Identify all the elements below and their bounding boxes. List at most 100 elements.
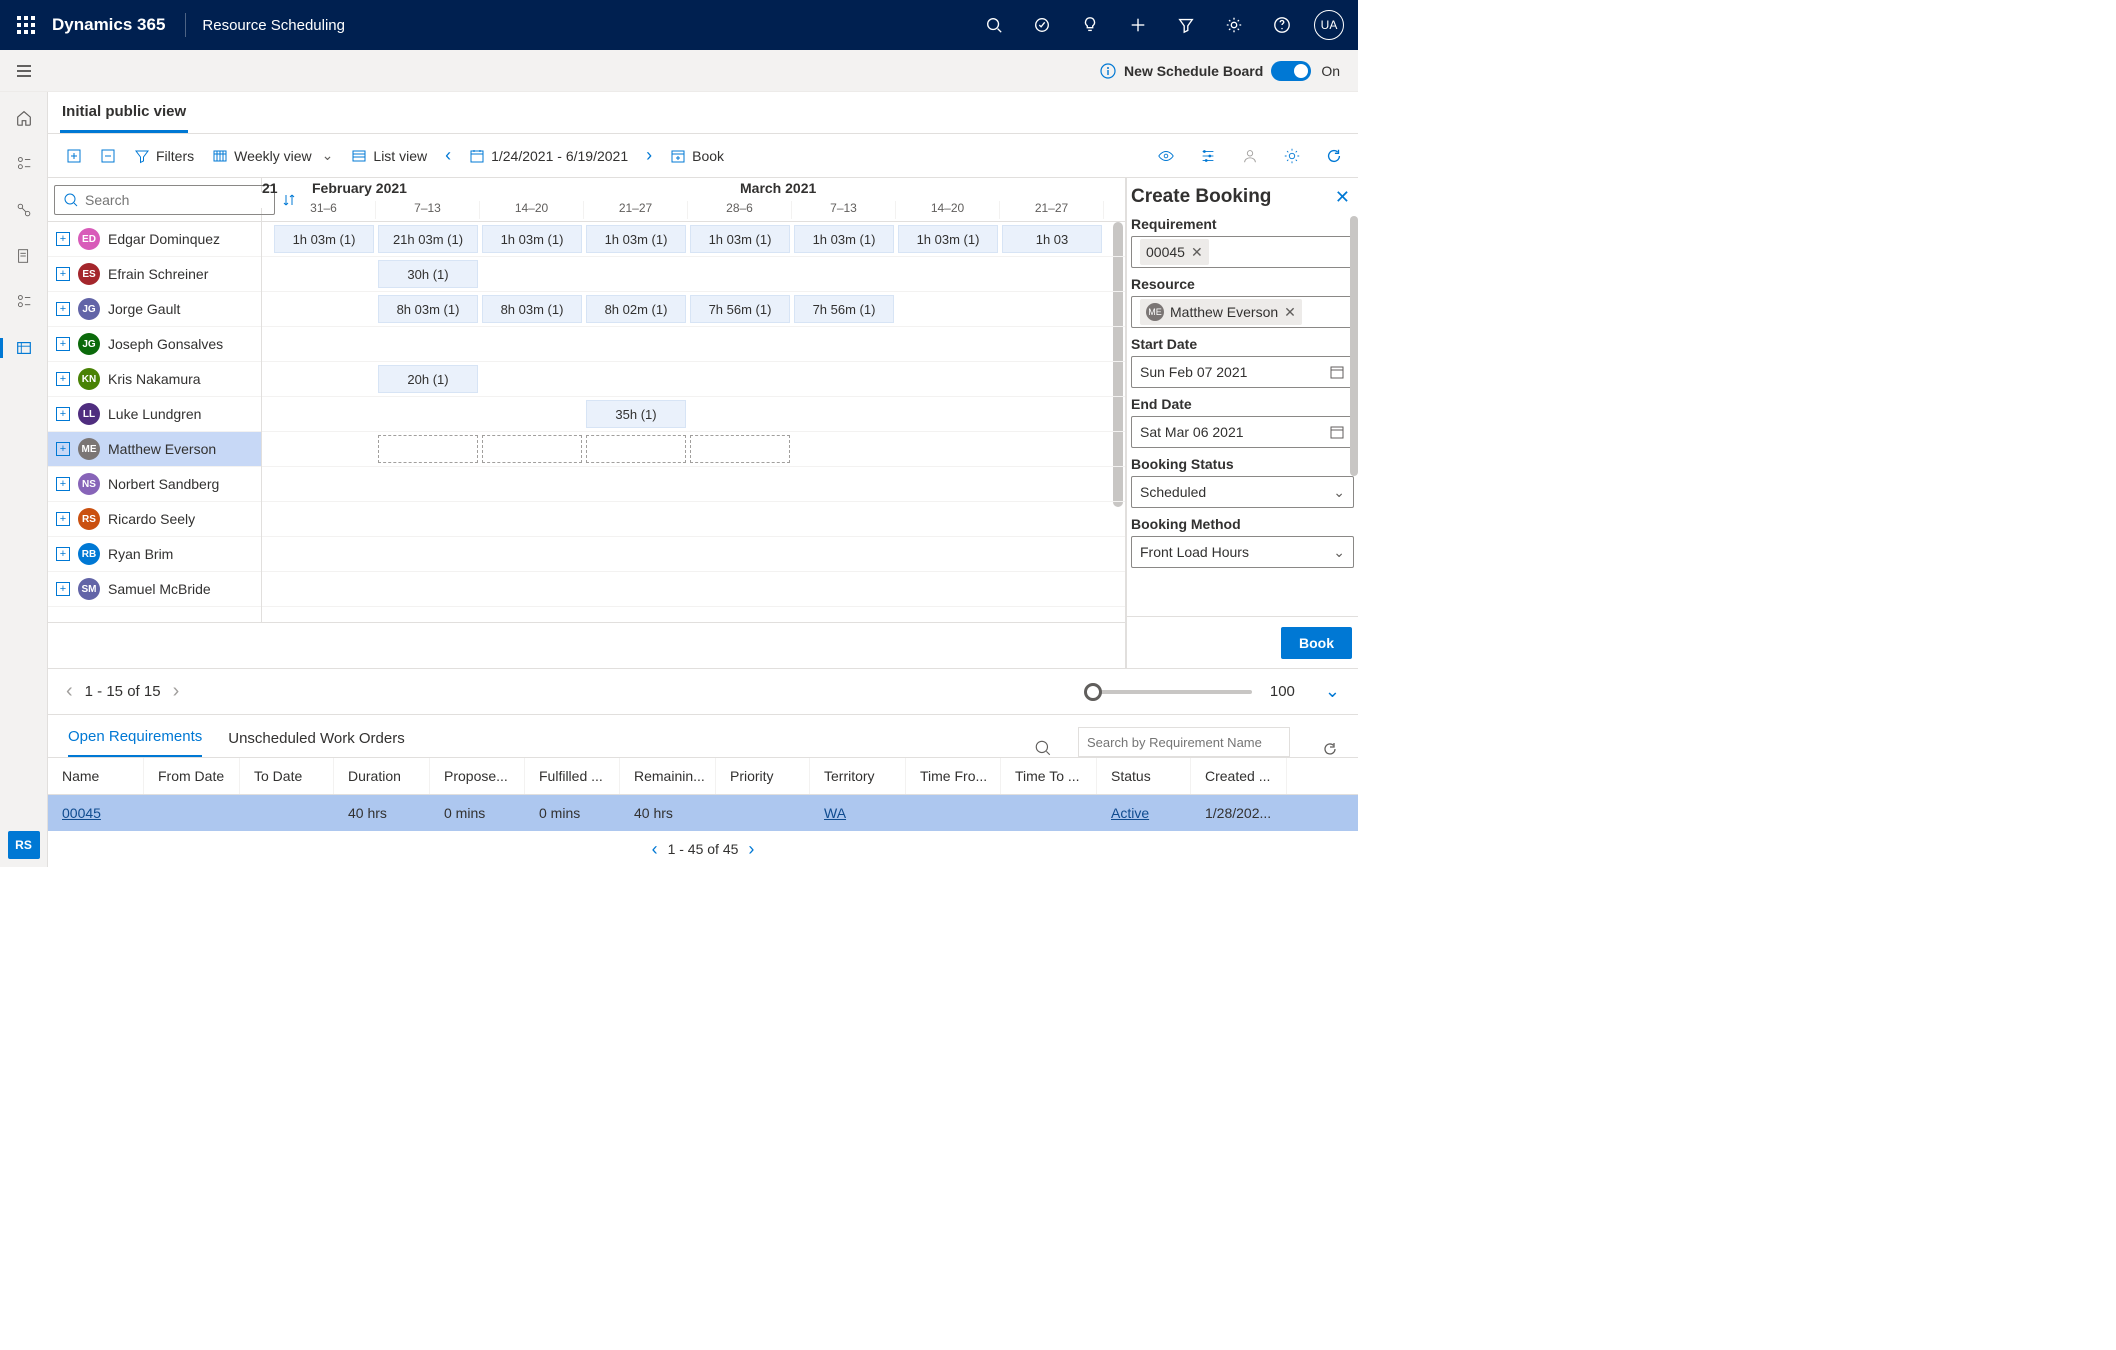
booking-cell[interactable]: 1h 03m (1)	[794, 225, 894, 253]
drop-target[interactable]	[690, 435, 790, 463]
expand-icon[interactable]: +	[56, 337, 70, 351]
book-submit-button[interactable]: Book	[1281, 627, 1352, 659]
resource-row[interactable]: + ME Matthew Everson	[48, 432, 261, 467]
resource-row[interactable]: + SM Samuel McBride	[48, 572, 261, 607]
add-icon[interactable]	[1114, 0, 1162, 50]
table-column-header[interactable]: Priority	[716, 758, 810, 794]
table-column-header[interactable]: Fulfilled ...	[525, 758, 620, 794]
booking-cell[interactable]: 1h 03m (1)	[690, 225, 790, 253]
table-column-header[interactable]: Duration	[334, 758, 430, 794]
app-launcher-icon[interactable]	[6, 0, 46, 50]
nav-schedule-board-icon[interactable]	[0, 330, 48, 366]
expand-all-button[interactable]	[62, 140, 86, 172]
collapse-all-button[interactable]	[96, 140, 120, 172]
table-column-header[interactable]: Remainin...	[620, 758, 716, 794]
drop-target[interactable]	[586, 435, 686, 463]
drop-target[interactable]	[378, 435, 478, 463]
booking-cell[interactable]: 7h 56m (1)	[690, 295, 790, 323]
resource-input[interactable]: MEMatthew Everson✕	[1131, 296, 1354, 328]
booking-method-dropdown[interactable]: Front Load Hours⌄	[1131, 536, 1354, 568]
grid-row[interactable]	[262, 327, 1125, 362]
grid-row[interactable]	[262, 572, 1125, 607]
grid-body[interactable]: 1h 03m (1)21h 03m (1)1h 03m (1)1h 03m (1…	[262, 222, 1125, 652]
nav-badge[interactable]: RS	[8, 831, 40, 859]
nav-people-list2-icon[interactable]	[0, 284, 48, 320]
zoom-slider[interactable]	[1092, 690, 1252, 694]
bottom-pager-next-icon[interactable]: ›	[748, 839, 754, 860]
resource-chip-remove-icon[interactable]: ✕	[1284, 304, 1296, 321]
view-mode-dropdown[interactable]: Weekly view⌄	[208, 140, 337, 172]
refresh-icon[interactable]	[1324, 146, 1344, 166]
end-date-input[interactable]: Sat Mar 06 2021	[1131, 416, 1354, 448]
expand-icon[interactable]: +	[56, 547, 70, 561]
table-column-header[interactable]: Status	[1097, 758, 1191, 794]
grid-row[interactable]: 30h (1)	[262, 257, 1125, 292]
panel-scrollbar[interactable]	[1350, 216, 1358, 476]
resource-row[interactable]: + ED Edgar Dominquez	[48, 222, 261, 257]
next-period-button[interactable]: ›	[642, 140, 656, 172]
tab-unscheduled-work-orders[interactable]: Unscheduled Work Orders	[228, 720, 404, 757]
table-link[interactable]: Active	[1111, 805, 1149, 821]
grid-row[interactable]	[262, 467, 1125, 502]
booking-cell[interactable]: 20h (1)	[378, 365, 478, 393]
bottom-search-field[interactable]	[1087, 735, 1281, 750]
lightbulb-icon[interactable]	[1066, 0, 1114, 50]
person-icon[interactable]	[1240, 146, 1260, 166]
bottom-search-input[interactable]	[1078, 727, 1290, 757]
pager-prev-icon[interactable]: ‹	[66, 680, 73, 703]
eye-icon[interactable]	[1156, 146, 1176, 166]
filters-button[interactable]: Filters	[130, 140, 198, 172]
grid-row[interactable]: 1h 03m (1)21h 03m (1)1h 03m (1)1h 03m (1…	[262, 222, 1125, 257]
help-icon[interactable]	[1258, 0, 1306, 50]
new-schedule-board-toggle[interactable]	[1271, 61, 1311, 81]
close-icon[interactable]: ✕	[1335, 187, 1350, 208]
resource-row[interactable]: + JG Jorge Gault	[48, 292, 261, 327]
table-link[interactable]: 00045	[62, 805, 101, 821]
zoom-slider-thumb[interactable]	[1084, 683, 1102, 701]
nav-connections-icon[interactable]	[0, 192, 48, 228]
booking-cell[interactable]: 7h 56m (1)	[794, 295, 894, 323]
booking-cell[interactable]: 1h 03	[1002, 225, 1102, 253]
table-link[interactable]: WA	[824, 805, 846, 821]
booking-cell[interactable]: 8h 03m (1)	[378, 295, 478, 323]
expand-icon[interactable]: +	[56, 267, 70, 281]
settings-icon[interactable]	[1210, 0, 1258, 50]
grid-row[interactable]: 35h (1)	[262, 397, 1125, 432]
gear-icon[interactable]	[1282, 146, 1302, 166]
table-cell[interactable]: WA	[810, 805, 906, 821]
expand-icon[interactable]: +	[56, 477, 70, 491]
grid-row[interactable]	[262, 432, 1125, 467]
expand-icon[interactable]: +	[56, 582, 70, 596]
user-avatar[interactable]: UA	[1314, 10, 1344, 40]
calendar-icon[interactable]	[1329, 364, 1345, 380]
requirement-input[interactable]: 00045✕	[1131, 236, 1354, 268]
requirement-chip-remove-icon[interactable]: ✕	[1191, 244, 1203, 261]
filter-icon[interactable]	[1162, 0, 1210, 50]
resource-row[interactable]: + RB Ryan Brim	[48, 537, 261, 572]
list-settings-icon[interactable]	[1198, 146, 1218, 166]
resource-row[interactable]: + LL Luke Lundgren	[48, 397, 261, 432]
tab-initial-public-view[interactable]: Initial public view	[60, 93, 188, 133]
calendar-icon[interactable]	[1329, 424, 1345, 440]
resource-row[interactable]: + JG Joseph Gonsalves	[48, 327, 261, 362]
drop-target[interactable]	[482, 435, 582, 463]
table-column-header[interactable]: Time Fro...	[906, 758, 1001, 794]
nav-home-icon[interactable]	[0, 100, 48, 136]
resource-search-input[interactable]	[54, 185, 275, 215]
resource-row[interactable]: + NS Norbert Sandberg	[48, 467, 261, 502]
requirements-table-row[interactable]: 0004540 hrs0 mins0 mins40 hrsWAActive1/2…	[48, 795, 1358, 831]
table-cell[interactable]: 00045	[48, 805, 144, 821]
expand-icon[interactable]: +	[56, 407, 70, 421]
expand-icon[interactable]: +	[56, 232, 70, 246]
table-column-header[interactable]: Propose...	[430, 758, 525, 794]
search-field[interactable]	[85, 192, 266, 208]
book-button[interactable]: Book	[666, 140, 728, 172]
booking-cell[interactable]: 1h 03m (1)	[898, 225, 998, 253]
booking-cell[interactable]: 30h (1)	[378, 260, 478, 288]
table-column-header[interactable]: Time To ...	[1001, 758, 1097, 794]
task-icon[interactable]	[1018, 0, 1066, 50]
table-column-header[interactable]: Created ...	[1191, 758, 1287, 794]
resource-row[interactable]: + ES Efrain Schreiner	[48, 257, 261, 292]
expand-icon[interactable]: +	[56, 512, 70, 526]
table-column-header[interactable]: From Date	[144, 758, 240, 794]
